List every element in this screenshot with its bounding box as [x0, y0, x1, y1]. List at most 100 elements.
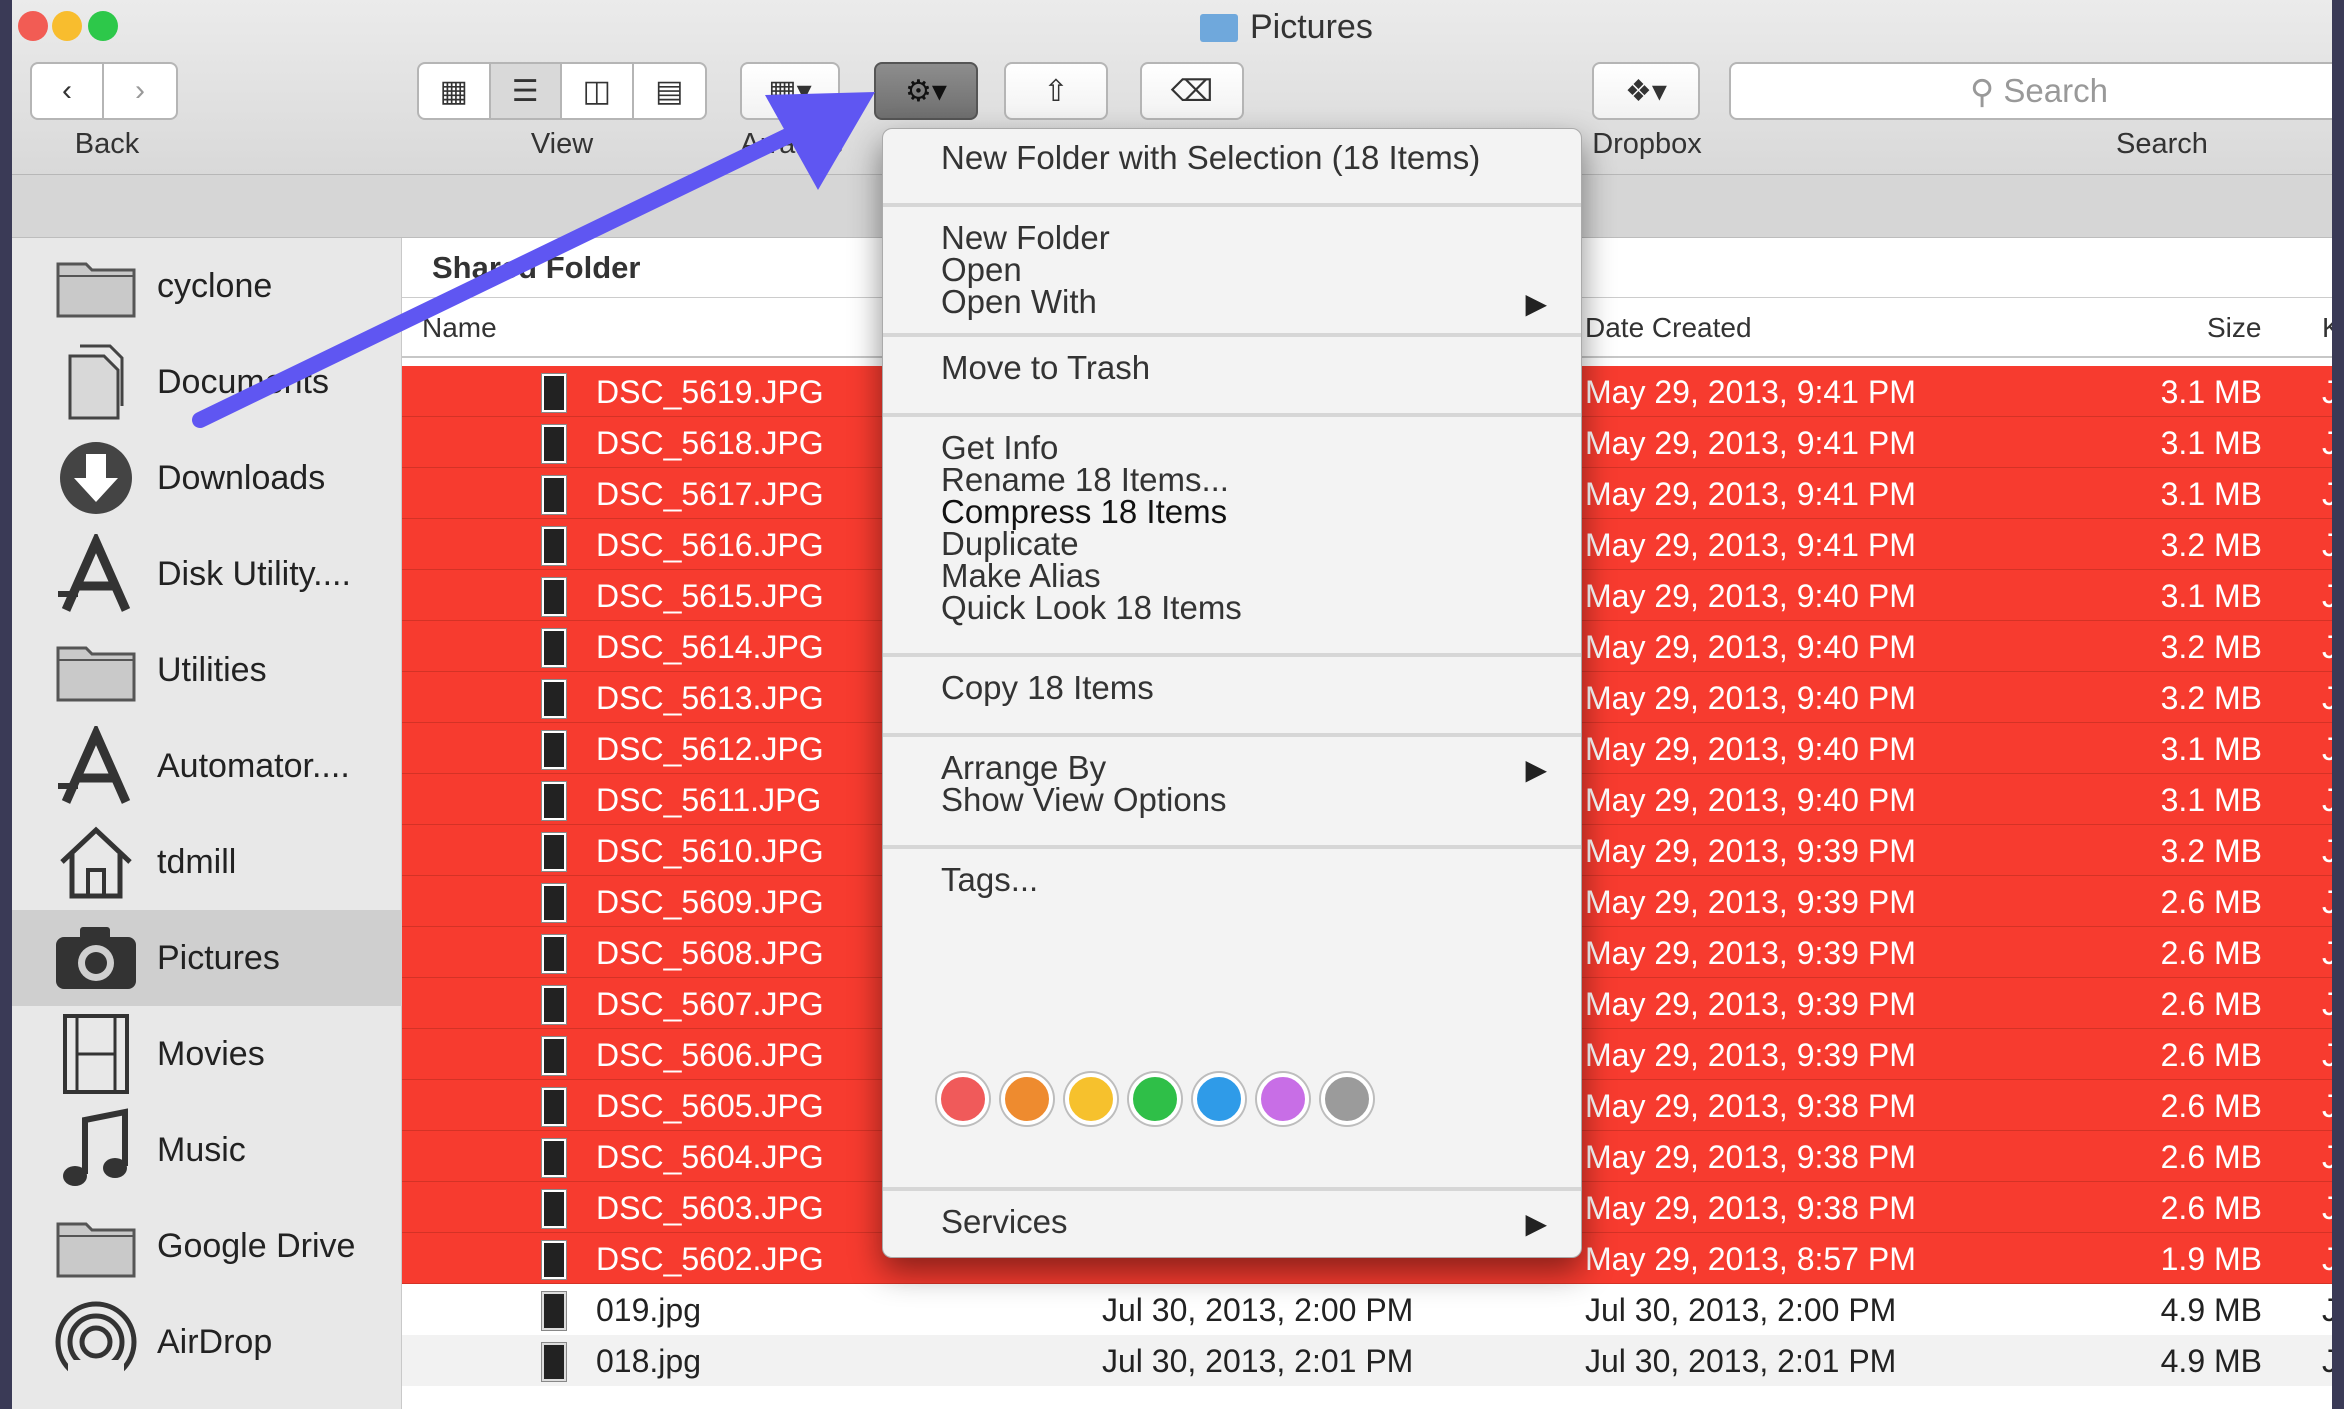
file-kind: J	[2322, 884, 2332, 920]
tag-color-dot[interactable]	[1193, 1073, 1245, 1125]
sidebar-item-label: Utilities	[157, 650, 267, 689]
sidebar-item-tdmill[interactable]: tdmill	[12, 814, 402, 910]
menu-item-show-view-options[interactable]: Show View Options	[941, 781, 1227, 819]
file-date-created: May 29, 2013, 9:40 PM	[1585, 629, 1916, 665]
back-button[interactable]: ‹	[32, 64, 104, 118]
menu-item-copy[interactable]: Copy 18 Items	[941, 669, 1154, 707]
file-date-created: May 29, 2013, 9:40 PM	[1585, 782, 1916, 818]
menu-item-quick-look[interactable]: Quick Look 18 Items	[941, 589, 1242, 627]
file-date-created: May 29, 2013, 9:39 PM	[1585, 884, 1916, 920]
image-thumbnail-icon	[542, 833, 566, 871]
file-name: 019.jpg	[596, 1292, 701, 1328]
file-date-created: May 29, 2013, 9:40 PM	[1585, 578, 1916, 614]
file-size: 2.6 MB	[2160, 1088, 2262, 1124]
sidebar-item-downloads[interactable]: Downloads	[12, 430, 402, 526]
sidebar-item-utilities[interactable]: Utilities	[12, 622, 402, 718]
sidebar-item-disk-utility[interactable]: Disk Utility....	[12, 526, 402, 622]
cover-flow-button[interactable]: ▤	[634, 64, 705, 118]
arrange-grid-icon: ▦▾	[768, 74, 812, 108]
file-size: 3.2 MB	[2160, 680, 2262, 716]
tag-color-dot[interactable]	[1065, 1073, 1117, 1125]
image-thumbnail-icon	[542, 1037, 566, 1075]
column-header-name[interactable]: Name	[422, 312, 497, 344]
file-kind: J	[2322, 935, 2332, 971]
menu-item-open-with[interactable]: Open With	[941, 283, 1097, 321]
music-icon	[54, 1108, 138, 1192]
table-row[interactable]: 018.jpg Jul 30, 2013, 2:01 PM Jul 30, 2013…	[402, 1335, 2332, 1386]
sidebar-item-airdrop[interactable]: AirDrop	[12, 1294, 402, 1390]
action-gear-button[interactable]: ⚙▾	[874, 62, 978, 120]
sidebar-item-cyclone[interactable]: cyclone	[12, 238, 402, 334]
file-size: 2.6 MB	[2160, 935, 2262, 971]
file-size: 2.6 MB	[2160, 1139, 2262, 1175]
file-kind: J	[2322, 782, 2332, 818]
image-thumbnail-icon	[542, 1292, 566, 1330]
file-kind: J	[2322, 1088, 2332, 1124]
file-kind: J	[2322, 578, 2332, 614]
film-icon	[54, 1012, 138, 1096]
sidebar-item-label: Movies	[157, 1034, 265, 1073]
search-label: Search	[2116, 128, 2208, 160]
image-thumbnail-icon	[542, 782, 566, 820]
tag-color-dot[interactable]	[1001, 1073, 1053, 1125]
icon-view-button[interactable]: ▦	[419, 64, 491, 118]
forward-button[interactable]: ›	[104, 64, 176, 118]
column-view-button[interactable]: ◫	[562, 64, 634, 118]
file-name: DSC_5615.JPG	[596, 578, 824, 614]
file-date-created: May 29, 2013, 9:38 PM	[1585, 1190, 1916, 1226]
file-size: 3.1 MB	[2160, 782, 2262, 818]
menu-item-services[interactable]: Services	[941, 1203, 1068, 1241]
menu-item-tags[interactable]: Tags...	[941, 861, 1038, 899]
image-thumbnail-icon	[542, 1139, 566, 1177]
action-context-menu: New Folder with Selection (18 Items) New…	[882, 128, 1582, 1258]
file-date-created: May 29, 2013, 9:39 PM	[1585, 986, 1916, 1022]
tag-color-dot[interactable]	[1321, 1073, 1373, 1125]
image-thumbnail-icon	[542, 1241, 566, 1279]
search-field[interactable]: ⚲ Search	[1729, 62, 2332, 120]
file-kind: J	[2322, 629, 2332, 665]
file-name: DSC_5617.JPG	[596, 476, 824, 512]
minimize-window-button[interactable]	[52, 11, 82, 41]
sidebar-item-music[interactable]: Music	[12, 1102, 402, 1198]
menu-item-move-to-trash[interactable]: Move to Trash	[941, 349, 1150, 387]
dropbox-button[interactable]: ❖▾	[1592, 62, 1700, 120]
zoom-window-button[interactable]	[88, 11, 118, 41]
tag-color-dot[interactable]	[937, 1073, 989, 1125]
file-date-created: May 29, 2013, 9:40 PM	[1585, 680, 1916, 716]
column-header-size[interactable]: Size	[2207, 312, 2261, 344]
file-size: 4.9 MB	[2160, 1343, 2262, 1379]
sidebar-item-movies[interactable]: Movies	[12, 1006, 402, 1102]
chevron-right-icon: ›	[135, 74, 145, 107]
sidebar-item-automator[interactable]: Automator....	[12, 718, 402, 814]
sidebar-item-google-drive[interactable]: Google Drive	[12, 1198, 402, 1294]
close-window-button[interactable]	[18, 11, 48, 41]
grid-icon: ▦	[439, 74, 468, 108]
finder-window: Pictures ‹ › Back ▦ ☰ ◫ ▤ View ▦▾ Arrang…	[12, 0, 2332, 1409]
tag-color-dot[interactable]	[1257, 1073, 1309, 1125]
file-date-modified: Jul 30, 2013, 2:01 PM	[1102, 1343, 1414, 1379]
tag-color-dot[interactable]	[1129, 1073, 1181, 1125]
sidebar-item-documents[interactable]: Documents	[12, 334, 402, 430]
file-kind: J	[2322, 731, 2332, 767]
column-header-date-created[interactable]: Date Created	[1585, 312, 1752, 344]
folder-icon	[54, 244, 138, 328]
table-row[interactable]: 019.jpg Jul 30, 2013, 2:00 PM Jul 30, 2013…	[402, 1284, 2332, 1335]
column-header-kind[interactable]: K	[2322, 312, 2332, 344]
sidebar-item-label: Pictures	[157, 938, 280, 977]
image-thumbnail-icon	[542, 476, 566, 514]
arrange-label: Arrange	[740, 128, 844, 160]
file-name: DSC_5612.JPG	[596, 731, 824, 767]
share-button[interactable]: ⇧	[1004, 62, 1108, 120]
sidebar-item-label: Downloads	[157, 458, 326, 497]
menu-item-new-folder-with-selection[interactable]: New Folder with Selection (18 Items)	[941, 139, 1480, 177]
submenu-arrow-icon: ▶	[1525, 754, 1547, 785]
app-icon	[54, 532, 138, 616]
tags-button[interactable]: ⌫	[1140, 62, 1244, 120]
list-view-button[interactable]: ☰	[490, 64, 562, 118]
menu-separator	[883, 653, 1581, 657]
arrange-button[interactable]: ▦▾	[740, 62, 840, 120]
window-title-text: Pictures	[1250, 8, 1373, 46]
sidebar-item-label: Automator....	[157, 746, 350, 785]
file-kind: J	[2322, 425, 2332, 461]
sidebar-item-pictures[interactable]: Pictures	[12, 910, 402, 1006]
